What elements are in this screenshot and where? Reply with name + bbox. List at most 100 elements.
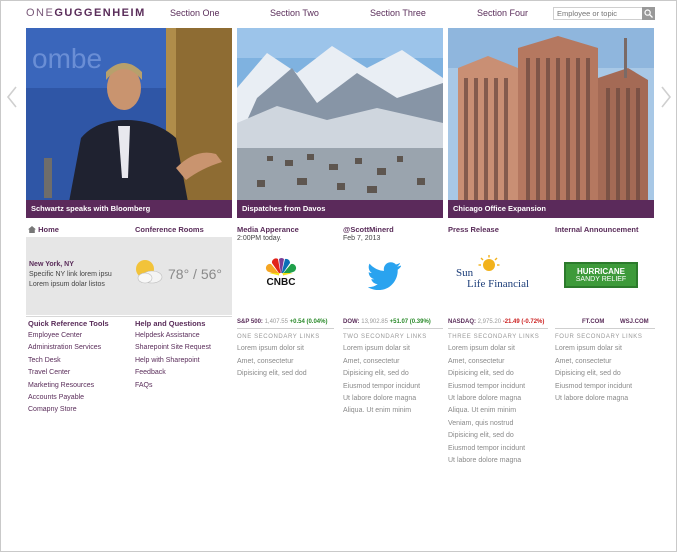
sun-icon bbox=[478, 255, 500, 271]
divider bbox=[343, 328, 443, 329]
secondary-link[interactable]: Ut labore dolore magna bbox=[555, 393, 642, 405]
chevron-left-icon[interactable] bbox=[6, 85, 18, 109]
secondary-link[interactable]: Eiusmod tempor incidunt bbox=[555, 381, 642, 393]
secondary-link[interactable]: Dipisicing elit, sed dod bbox=[237, 368, 320, 380]
help-link[interactable]: Helpdesk Assistance bbox=[135, 330, 211, 342]
sun-life-logo[interactable]: Sun Life Financial bbox=[456, 254, 540, 290]
search-button[interactable] bbox=[642, 7, 655, 20]
help-link[interactable]: Help with Sharepoint bbox=[135, 355, 211, 367]
quick-link[interactable]: Tech Desk bbox=[28, 355, 101, 367]
quick-link[interactable]: Accounts Payable bbox=[28, 392, 101, 404]
logo-rest: GUGGENHEIM bbox=[54, 7, 146, 19]
ticker-change: +51.07 (0.39%) bbox=[389, 319, 431, 325]
help-title: Help and Questions bbox=[135, 319, 206, 328]
nav-section-three[interactable]: Section Three bbox=[370, 8, 426, 18]
secondary-link[interactable]: Ut labore dolore magna bbox=[343, 393, 427, 405]
press-release-link[interactable]: Press Release bbox=[448, 225, 499, 234]
cnbc-icon bbox=[265, 258, 297, 277]
secondary-link[interactable]: Dipisicing elit, sed do bbox=[448, 430, 539, 442]
svg-text:ombe: ombe bbox=[32, 43, 102, 74]
secondary-link[interactable]: Amet, consectetur bbox=[237, 356, 320, 368]
secondary-link[interactable]: Amet, consectetur bbox=[448, 356, 539, 368]
secondary-links-title: TWO SECONDARY LINKS bbox=[343, 334, 427, 340]
logo[interactable]: ONEGUGGENHEIM bbox=[26, 7, 146, 19]
hurricane-relief-banner[interactable]: HURRICANE SANDY RELIEF bbox=[564, 262, 638, 288]
quick-link[interactable]: Comapny Store bbox=[28, 404, 101, 416]
weather-icon bbox=[136, 260, 163, 284]
secondary-link[interactable]: Eiusmod tempor incidunt bbox=[343, 381, 427, 393]
secondary-link[interactable]: Ut labore dolore magna bbox=[448, 393, 539, 405]
ticker-sp500: S&P 500: 1,407.55 +0.54 (0.04%) bbox=[237, 319, 327, 325]
wsj-link[interactable]: WSJ.COM bbox=[620, 319, 649, 325]
secondary-links-two: TWO SECONDARY LINKS Lorem ipsum dolar si… bbox=[343, 331, 427, 418]
secondary-link[interactable]: Lorem ipsum dolar sit bbox=[343, 343, 427, 355]
chevron-right-icon[interactable] bbox=[660, 85, 672, 109]
logo-one: ONE bbox=[26, 7, 55, 19]
quick-link[interactable]: Administration Services bbox=[28, 342, 101, 354]
secondary-links-title: THREE SECONDARY LINKS bbox=[448, 334, 540, 340]
twitter-icon[interactable] bbox=[368, 262, 402, 290]
hero-caption: Dispatches from Davos bbox=[237, 200, 443, 218]
secondary-links-three: THREE SECONDARY LINKS Lorem ipsum dolar … bbox=[448, 331, 539, 467]
secondary-link[interactable]: Aliqua. Ut enim minim bbox=[343, 405, 427, 417]
tweet-date: Feb 7, 2013 bbox=[343, 235, 381, 242]
ticker-nasdaq: NASDAQ: 2,975.20 -21.49 (-0.72%) bbox=[448, 319, 544, 325]
secondary-link[interactable]: Dipisicing elit, sed do bbox=[448, 368, 539, 380]
quick-link[interactable]: Employee Center bbox=[28, 330, 101, 342]
quick-link[interactable]: Marketing Resources bbox=[28, 380, 101, 392]
secondary-link[interactable]: Eiusmod tempor incidunt bbox=[448, 443, 539, 455]
help-link[interactable]: Sharepoint Site Request bbox=[135, 342, 211, 354]
internal-announcement-link[interactable]: Internal Announcement bbox=[555, 225, 638, 234]
secondary-link[interactable]: Dipisicing elit, sed do bbox=[555, 368, 642, 380]
secondary-links-four: FOUR SECONDARY LINKS Lorem ipsum dolar s… bbox=[555, 331, 642, 405]
cnbc-logo[interactable]: CNBC bbox=[258, 257, 304, 291]
quick-reference-title: Quick Reference Tools bbox=[28, 319, 109, 328]
hero-caption: Chicago Office Expansion bbox=[448, 200, 654, 218]
secondary-link[interactable]: Lorem ipsum dolar sit bbox=[555, 343, 642, 355]
weather-temp: 78° / 56° bbox=[168, 266, 223, 282]
secondary-links-title: ONE SECONDARY LINKS bbox=[237, 334, 320, 340]
ticker-label: S&P 500: bbox=[237, 319, 263, 325]
secondary-link[interactable]: Lorem ipsum dolor sit bbox=[237, 343, 320, 355]
secondary-link[interactable]: Veniam, quis nostrud bbox=[448, 418, 539, 430]
secondary-link[interactable]: Eiusmod tempor incidunt bbox=[448, 381, 539, 393]
hero-tile-bloomberg[interactable]: ombe Schwartz speaks with Bloomberg bbox=[26, 28, 232, 218]
secondary-link[interactable]: Dipisicing elit, sed do bbox=[343, 368, 427, 380]
ticker-value: 1,407.55 bbox=[264, 319, 288, 325]
secondary-links-one: ONE SECONDARY LINKS Lorem ipsum dolor si… bbox=[237, 331, 320, 381]
nav-section-one[interactable]: Section One bbox=[170, 8, 220, 18]
secondary-link[interactable]: Amet, consectetur bbox=[555, 356, 642, 368]
hero-tile-davos[interactable]: Dispatches from Davos bbox=[237, 28, 443, 218]
secondary-link[interactable]: Aliqua. Ut enim minim bbox=[448, 405, 539, 417]
weather-widget: New York, NY Specific NY link lorem ipsu… bbox=[26, 237, 232, 315]
help-link[interactable]: Feedback bbox=[135, 367, 211, 379]
search-input[interactable] bbox=[553, 7, 655, 20]
ft-link[interactable]: FT.COM bbox=[582, 319, 604, 325]
secondary-link[interactable]: Amet, consectetur bbox=[343, 356, 427, 368]
ticker-label: NASDAQ: bbox=[448, 319, 476, 325]
home-link[interactable]: Home bbox=[28, 225, 59, 234]
hero-photo-mountains bbox=[237, 28, 443, 218]
hero-photo-speaker: ombe bbox=[26, 28, 232, 218]
weather-desc-line: Lorem ipsum dolar listos bbox=[29, 281, 105, 288]
divider bbox=[555, 328, 655, 329]
conference-rooms-link[interactable]: Conference Rooms bbox=[135, 225, 204, 234]
divider bbox=[26, 316, 232, 317]
secondary-links-title: FOUR SECONDARY LINKS bbox=[555, 334, 643, 340]
divider bbox=[448, 328, 548, 329]
secondary-link[interactable]: Ut labore dolore magna bbox=[448, 455, 539, 467]
media-appearance-link[interactable]: Media Apperance bbox=[237, 225, 299, 234]
hero-photo-building bbox=[448, 28, 654, 218]
quick-link[interactable]: Travel Center bbox=[28, 367, 101, 379]
nav-section-two[interactable]: Section Two bbox=[270, 8, 319, 18]
banner-line1: HURRICANE bbox=[577, 267, 625, 276]
twitter-handle-link[interactable]: @ScottMinerd bbox=[343, 225, 394, 234]
ticker-label: DOW: bbox=[343, 319, 360, 325]
secondary-link[interactable]: Lorem ipsum dolar sit bbox=[448, 343, 539, 355]
home-icon bbox=[28, 226, 36, 233]
nav-section-four[interactable]: Section Four bbox=[477, 8, 528, 18]
weather-desc: Specific NY link lorem ipsu Lorem ipsum … bbox=[29, 270, 129, 290]
banner-line2: SANDY RELIEF bbox=[575, 276, 627, 283]
hero-tile-chicago[interactable]: Chicago Office Expansion bbox=[448, 28, 654, 218]
help-link[interactable]: FAQs bbox=[135, 380, 211, 392]
